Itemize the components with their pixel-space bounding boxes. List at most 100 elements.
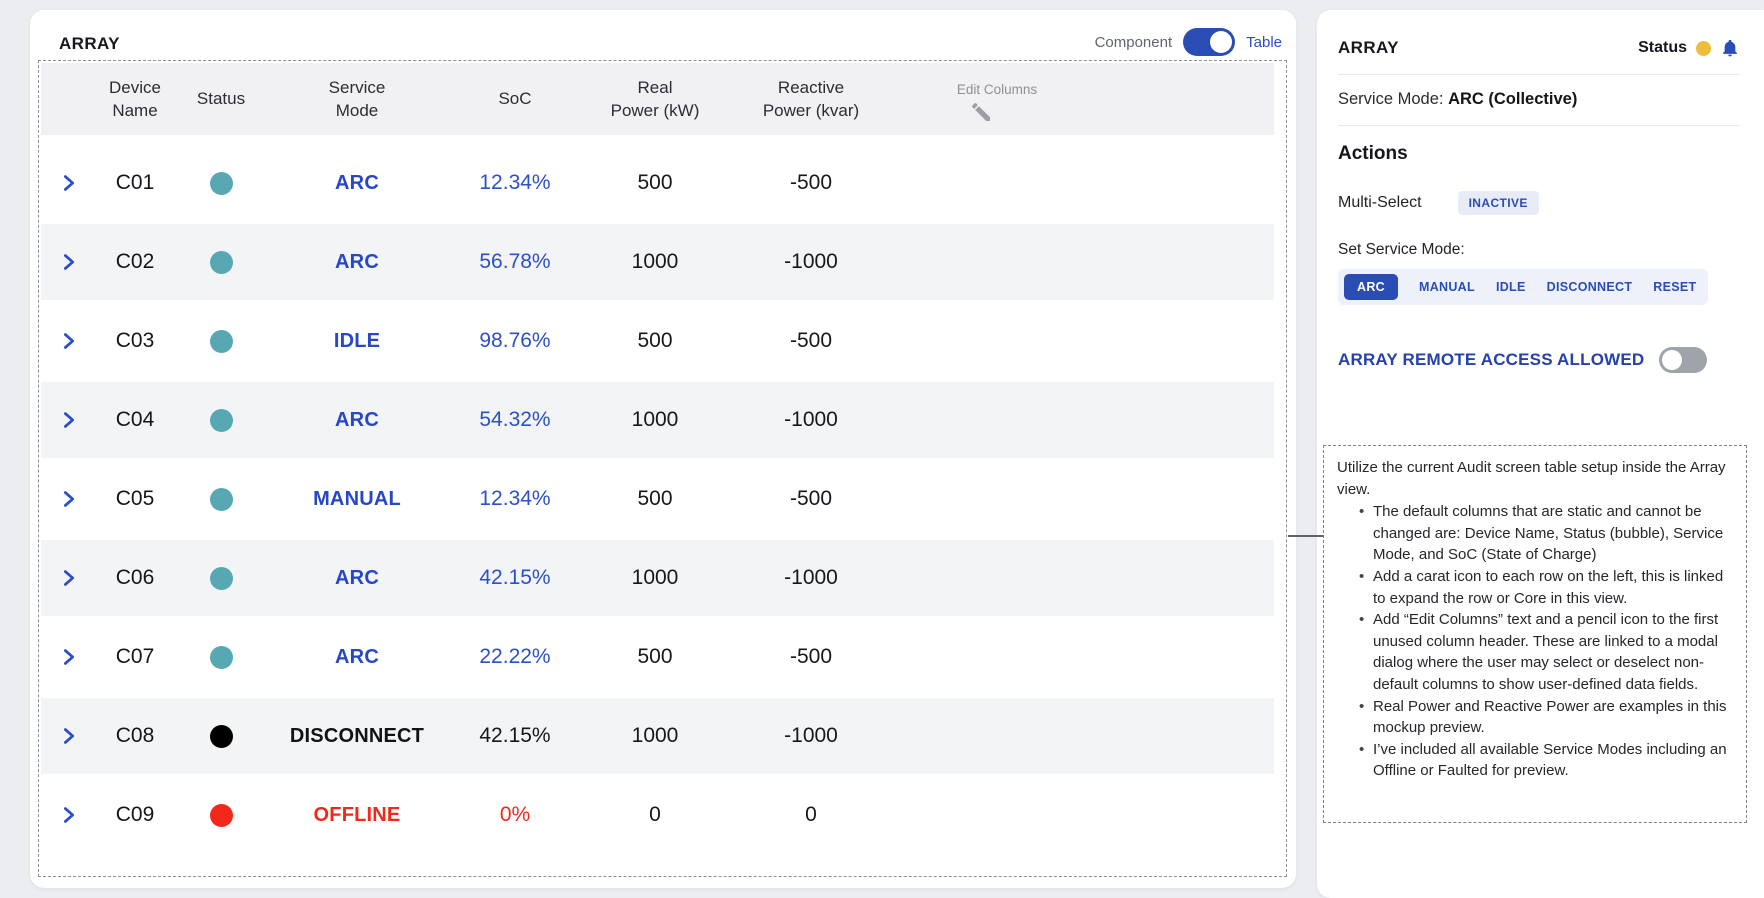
service-mode-label: Service Mode: — [1338, 90, 1444, 108]
col-header-status: Status — [196, 89, 246, 109]
service-mode-cell: OFFLINE — [313, 803, 401, 826]
status-bubble — [209, 645, 233, 669]
toggle-knob — [1662, 350, 1683, 370]
service-mode-button[interactable]: ARC — [1344, 274, 1398, 300]
device-name-cell: C05 — [115, 487, 155, 510]
service-mode-cell: MANUAL — [313, 487, 401, 510]
reactive-power-cell: -1000 — [784, 566, 838, 589]
real-power-cell: 500 — [637, 329, 673, 352]
table-row[interactable]: C06 ARC 42.15% 1000 -1000 — [41, 540, 1274, 616]
reactive-power-cell: -1000 — [784, 250, 838, 273]
bell-icon[interactable] — [1720, 38, 1740, 58]
note-bullet: The default columns that are static and … — [1359, 501, 1733, 566]
expand-chevron-icon[interactable] — [58, 804, 80, 826]
service-mode-button[interactable]: IDLE — [1496, 274, 1526, 300]
real-power-cell: 1000 — [631, 724, 679, 747]
reactive-power-cell: -1000 — [784, 724, 838, 747]
panel-title: ARRAY — [59, 34, 120, 53]
device-name-cell: C02 — [115, 250, 155, 273]
reactive-power-cell: 0 — [805, 803, 817, 826]
table-row[interactable]: C03 IDLE 98.76% 500 -500 — [41, 303, 1274, 379]
table-row[interactable]: C08 DISCONNECT 42.15% 1000 -1000 — [41, 698, 1274, 774]
device-table: Device Name Status Service Mode SoC Real… — [38, 60, 1287, 877]
table-row[interactable]: C05 MANUAL 12.34% 500 -500 — [41, 461, 1274, 537]
soc-cell: 22.22% — [479, 645, 551, 668]
soc-cell: 12.34% — [479, 487, 551, 510]
expand-chevron-icon[interactable] — [58, 488, 80, 510]
soc-cell: 12.34% — [479, 171, 551, 194]
reactive-power-cell: -1000 — [784, 408, 838, 431]
note-connector-line — [1288, 535, 1323, 537]
expand-chevron-icon[interactable] — [58, 646, 80, 668]
device-name-cell: C06 — [115, 566, 155, 589]
service-mode-button[interactable]: RESET — [1653, 274, 1696, 300]
status-label: Status — [1638, 39, 1687, 56]
real-power-cell: 500 — [637, 171, 673, 194]
real-power-cell: 500 — [637, 645, 673, 668]
real-power-cell: 500 — [637, 487, 673, 510]
table-row[interactable]: C09 OFFLINE 0% 0 0 — [41, 777, 1274, 853]
expand-chevron-icon[interactable] — [58, 172, 80, 194]
service-mode-button[interactable]: DISCONNECT — [1547, 274, 1633, 300]
soc-cell: 0% — [499, 803, 531, 826]
service-mode-button[interactable]: MANUAL — [1419, 274, 1475, 300]
actions-title: Actions — [1338, 143, 1408, 164]
pencil-icon — [971, 102, 990, 121]
device-name-cell: C03 — [115, 329, 155, 352]
table-view-label[interactable]: Table — [1246, 34, 1282, 51]
expand-chevron-icon[interactable] — [58, 409, 80, 431]
toggle-knob — [1210, 31, 1233, 53]
view-switch: Component Table — [1095, 28, 1282, 56]
expand-chevron-icon[interactable] — [58, 567, 80, 589]
set-service-mode-label: Set Service Mode: — [1338, 241, 1465, 258]
status-bubble — [209, 408, 233, 432]
col-header-device-name: Device Name — [109, 77, 161, 120]
multi-select-state-badge[interactable]: INACTIVE — [1457, 191, 1539, 215]
note-bullet: Real Power and Reactive Power are exampl… — [1359, 696, 1733, 739]
status-bubble — [209, 724, 233, 748]
status-bubble — [209, 487, 233, 511]
table-row[interactable]: C04 ARC 54.32% 1000 -1000 — [41, 382, 1274, 458]
status-warning-dot — [1696, 40, 1711, 56]
page: { "colors": { "accent_blue": "#2A4DB5", … — [0, 0, 1764, 898]
note-intro: Utilize the current Audit screen table s… — [1337, 459, 1726, 498]
service-mode-cell: DISCONNECT — [289, 724, 425, 747]
multi-select-label: Multi-Select — [1338, 194, 1422, 211]
device-name-cell: C08 — [115, 724, 155, 747]
real-power-cell: 1000 — [631, 250, 679, 273]
view-toggle[interactable] — [1183, 28, 1236, 56]
table-row[interactable]: C07 ARC 22.22% 500 -500 — [41, 619, 1274, 695]
device-name-cell: C01 — [115, 171, 155, 194]
soc-cell: 56.78% — [479, 250, 551, 273]
note-bullet-list: The default columns that are static and … — [1337, 501, 1733, 782]
service-mode-cell: IDLE — [333, 329, 381, 352]
real-power-cell: 1000 — [631, 566, 679, 589]
status-bubble — [209, 329, 233, 353]
soc-cell: 42.15% — [479, 566, 551, 589]
real-power-cell: 1000 — [631, 408, 679, 431]
component-view-label[interactable]: Component — [1095, 34, 1173, 51]
divider — [1338, 74, 1740, 75]
annotation-note: Utilize the current Audit screen table s… — [1323, 445, 1747, 823]
expand-chevron-icon[interactable] — [58, 330, 80, 352]
table-row[interactable]: C01 ARC 12.34% 500 -500 — [41, 145, 1274, 221]
col-header-service-mode: Service Mode — [328, 77, 386, 120]
table-body: C01 ARC 12.34% 500 -500 C02 ARC 56.78% 1… — [41, 145, 1274, 853]
real-power-cell: 0 — [649, 803, 661, 826]
soc-cell: 42.15% — [479, 724, 551, 747]
table-row[interactable]: C02 ARC 56.78% 1000 -1000 — [41, 224, 1274, 300]
note-bullet: Add “Edit Columns” text and a pencil ico… — [1359, 609, 1733, 695]
device-name-cell: C09 — [115, 803, 155, 826]
edit-columns-button[interactable]: Edit Columns — [957, 74, 1037, 124]
sidebar-title: ARRAY — [1338, 38, 1399, 57]
reactive-power-cell: -500 — [789, 645, 833, 668]
reactive-power-cell: -500 — [789, 171, 833, 194]
service-mode-line: Service Mode: ARC (Collective) — [1338, 90, 1740, 109]
col-header-reactive-power: Reactive Power (kvar) — [762, 77, 860, 120]
expand-chevron-icon[interactable] — [58, 251, 80, 273]
status-bubble — [209, 803, 233, 827]
service-mode-cell: ARC — [335, 645, 379, 668]
remote-access-toggle[interactable] — [1659, 347, 1708, 373]
device-name-cell: C04 — [115, 408, 155, 431]
expand-chevron-icon[interactable] — [58, 725, 80, 747]
